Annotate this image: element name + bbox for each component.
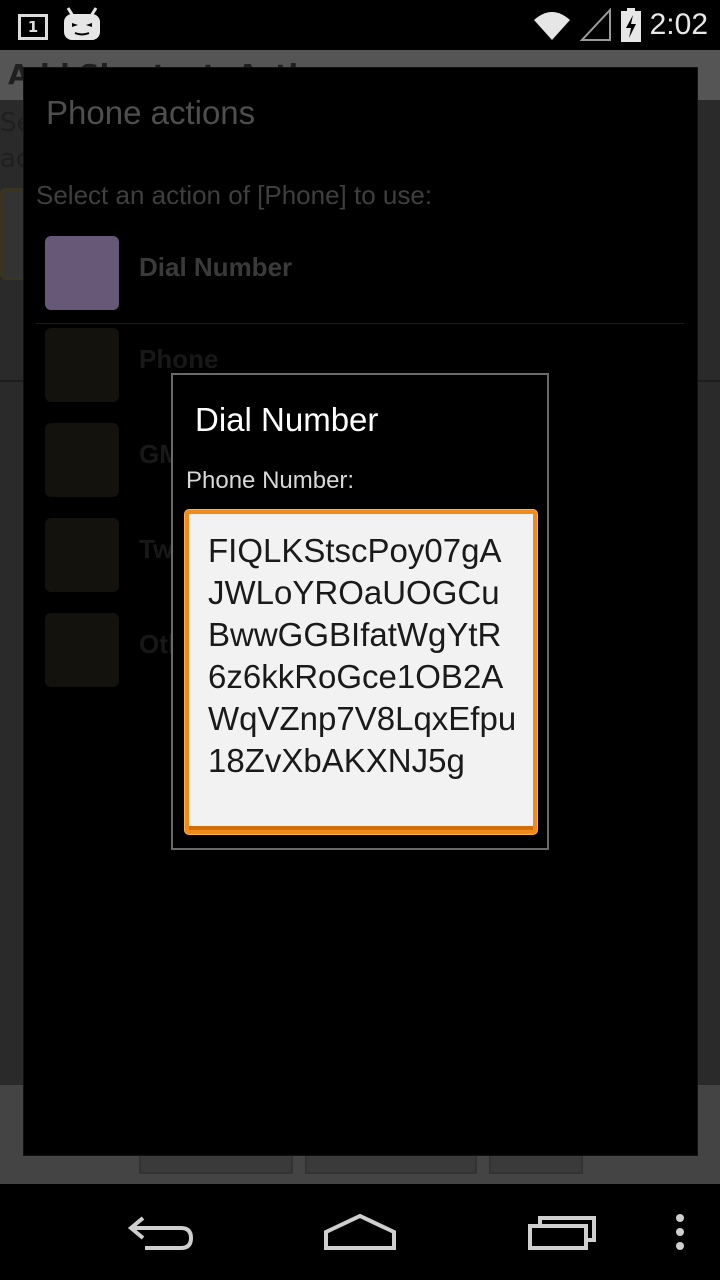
status-bar: 1 2:02	[0, 0, 720, 50]
menu-button[interactable]	[660, 1184, 700, 1280]
phone-icon	[45, 328, 119, 402]
navigation-bar	[0, 1184, 720, 1280]
action-label: Dial Number	[139, 252, 293, 282]
action-item-dial-number[interactable]: Dial Number	[36, 232, 684, 324]
dial-number-icon	[45, 236, 119, 310]
signal-icon	[579, 8, 611, 41]
status-right: 2:02	[532, 0, 708, 50]
phone-number-label-text: Phone Number:	[186, 471, 355, 494]
recents-icon	[528, 1216, 596, 1250]
android-robot-icon	[64, 7, 100, 40]
home-button[interactable]	[310, 1184, 410, 1280]
screen: 1 2:02 Se ac Phone actions Select an act…	[0, 0, 720, 1280]
action-label: Phone	[139, 344, 219, 374]
battery-charging-icon	[620, 8, 641, 42]
phone-number-input[interactable]: FIQLKStscPoy07gAJWLoYROaUOGCuBwwGGBIfatW…	[185, 510, 537, 834]
phone-number-label: Phone Number:	[186, 471, 486, 501]
home-icon	[324, 1213, 396, 1250]
dialog-prompt: Select an action of [Phone] to use:	[36, 180, 433, 210]
back-button[interactable]	[110, 1184, 210, 1280]
wifi-icon	[533, 12, 570, 40]
dialog-title: Phone actions	[46, 94, 256, 131]
twitter-icon	[45, 518, 119, 592]
notification-box-icon: 1	[18, 13, 48, 40]
clock: 2:02	[649, 8, 708, 41]
back-icon	[127, 1216, 194, 1250]
other-icon	[45, 613, 119, 687]
dial-dialog-title: Dial Number	[195, 401, 379, 438]
menu-icon	[676, 1214, 684, 1250]
status-left: 1	[18, 6, 102, 42]
gmail-icon	[45, 423, 119, 497]
recents-button[interactable]	[512, 1184, 612, 1280]
dial-number-dialog: Dial Number Phone Number: FIQLKStscPoy07…	[171, 373, 549, 850]
